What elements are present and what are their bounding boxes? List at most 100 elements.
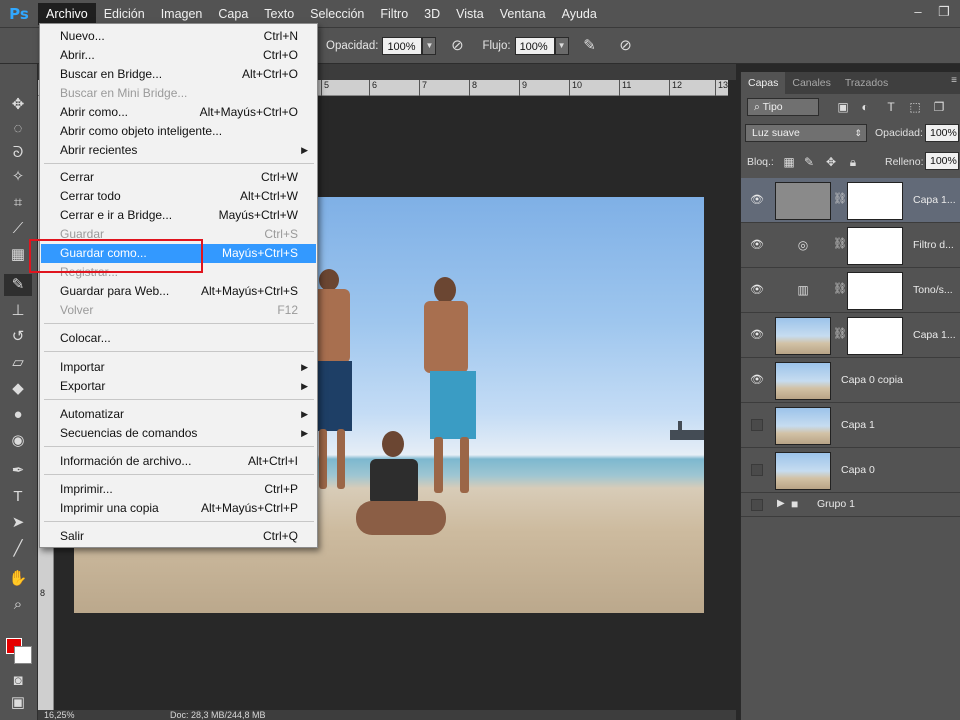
brush-tool-icon[interactable]: ✎ [4,274,32,296]
menu-item-abrir[interactable]: Abrir... Ctrl+O [41,46,316,65]
opacity-input[interactable]: 100% [382,36,423,55]
menu-edicion[interactable]: Edición [96,3,153,25]
history-brush-tool-icon[interactable]: ↺ [4,326,32,348]
layer-row[interactable]: 👁︎ ▥ ⛓ Tono/s... [741,268,960,313]
menu-3d[interactable]: 3D [416,3,448,25]
layer-mask-thumbnail[interactable] [847,272,903,310]
lock-pixels-icon[interactable]: ✎ [801,154,817,170]
eye-icon[interactable]: 👁︎ [749,372,765,388]
tab-capas[interactable]: Capas [741,72,786,94]
menu-item-abrir-como[interactable]: Abrir como... Alt+Mayús+Ctrl+O [41,103,316,122]
menu-texto[interactable]: Texto [256,3,302,25]
hand-tool-icon[interactable]: ✋ [4,568,32,590]
link-icon[interactable]: ⛓ [833,327,847,340]
eraser-tool-icon[interactable]: ▱ [4,352,32,374]
visibility-toggle[interactable] [751,419,763,431]
visibility-toggle[interactable] [751,464,763,476]
pen-tool-icon[interactable]: ✒ [4,460,32,482]
eye-icon[interactable]: 👁︎ [749,192,765,208]
menu-item-colocar[interactable]: Colocar... [41,329,316,348]
menu-item-abrir-objeto-inteligente[interactable]: Abrir como objeto inteligente... [41,122,316,141]
menu-archivo[interactable]: Archivo [38,2,96,25]
dodge-tool-icon[interactable]: ◉ [4,430,32,452]
filter-pixel-icon[interactable]: ▣ [835,99,851,115]
menu-item-imprimir-copia[interactable]: Imprimir una copia Alt+Mayús+Ctrl+P [41,499,316,518]
menu-item-salir[interactable]: Salir Ctrl+Q [41,527,316,546]
menu-item-cerrar-ir-bridge[interactable]: Cerrar e ir a Bridge... Mayús+Ctrl+W [41,206,316,225]
layer-row[interactable]: 👁︎ Capa 0 copia [741,358,960,403]
menu-item-guardar-web[interactable]: Guardar para Web... Alt+Mayús+Ctrl+S [41,282,316,301]
menu-item-automatizar[interactable]: Automatizar ▶ [41,405,316,424]
menu-item-buscar-bridge[interactable]: Buscar en Bridge... Alt+Ctrl+O [41,65,316,84]
menu-vista[interactable]: Vista [448,3,492,25]
blend-mode-select[interactable]: Luz suave ⇕ [745,124,867,142]
flow-dropdown-icon[interactable]: ▼ [554,36,569,55]
lock-transparent-icon[interactable]: ▦ [781,154,797,170]
menu-item-imprimir[interactable]: Imprimir... Ctrl+P [41,480,316,499]
menu-item-nuevo[interactable]: Nuevo... Ctrl+N [41,27,316,46]
lock-all-icon[interactable]: 🔒︎ [845,154,861,170]
healing-tool-icon[interactable]: ▦ [4,244,32,266]
menu-item-cerrar-todo[interactable]: Cerrar todo Alt+Ctrl+W [41,187,316,206]
link-icon[interactable]: ⛓ [833,192,847,205]
eye-icon[interactable]: 👁︎ [749,327,765,343]
quick-select-tool-icon[interactable]: ✧ [4,166,32,188]
layer-row[interactable]: 👁︎ ◎ ⛓ Filtro d... [741,223,960,268]
filter-shape-icon[interactable]: ⬚ [907,99,923,115]
layer-row[interactable]: 👁︎ ⛓ Capa 1... [741,313,960,358]
menu-capa[interactable]: Capa [210,3,256,25]
zoom-tool-icon[interactable]: ⌕ [4,594,32,616]
link-icon[interactable]: ⛓ [833,282,847,295]
eye-icon[interactable]: 👁︎ [749,282,765,298]
paint-bucket-tool-icon[interactable]: ◆ [4,378,32,400]
marquee-tool-icon[interactable]: ◌ [4,118,32,140]
filter-adjustment-icon[interactable]: ◐ [857,99,873,115]
tab-trazados[interactable]: Trazados [838,72,895,94]
lasso-tool-icon[interactable]: ᘐ [4,142,32,164]
menu-ayuda[interactable]: Ayuda [554,3,605,25]
line-tool-icon[interactable]: ╱ [4,538,32,560]
menu-item-importar[interactable]: Importar ▶ [41,358,316,377]
menu-item-cerrar[interactable]: Cerrar Ctrl+W [41,168,316,187]
menu-imagen[interactable]: Imagen [153,3,211,25]
filter-smart-object-icon[interactable]: ❐ [931,99,947,115]
restore-button[interactable]: ❐ [936,4,952,20]
menu-ventana[interactable]: Ventana [492,3,554,25]
menu-item-exportar[interactable]: Exportar ▶ [41,377,316,396]
stamp-tool-icon[interactable]: ⊥ [4,300,32,322]
minimize-button[interactable]: – [910,4,926,20]
layer-row[interactable]: 👁︎ ⛓ Capa 1... [741,178,960,223]
airbrush-icon[interactable]: ✎ [579,35,601,57]
menu-seleccion[interactable]: Selección [302,3,372,25]
screen-mode-icon[interactable]: ▣ [4,692,32,714]
opacity-dropdown-icon[interactable]: ▼ [422,36,437,55]
filter-type-icon[interactable]: T [883,99,899,115]
menu-item-secuencias-comandos[interactable]: Secuencias de comandos ▶ [41,424,316,443]
layer-mask-thumbnail[interactable] [847,317,903,355]
zoom-level[interactable]: 16,25% [44,710,75,720]
menu-item-informacion-archivo[interactable]: Información de archivo... Alt+Ctrl+I [41,452,316,471]
pressure-opacity-icon[interactable]: ⊘ [446,35,468,57]
layer-mask-thumbnail[interactable] [847,182,903,220]
move-tool-icon[interactable]: ✥ [4,94,32,116]
quick-mask-icon[interactable]: ◙ [4,670,32,692]
expand-arrow-icon[interactable]: ▶ [777,498,785,509]
crop-tool-icon[interactable]: ⌗ [4,192,32,214]
visibility-toggle[interactable] [751,499,763,511]
eye-icon[interactable]: 👁︎ [749,237,765,253]
layer-row[interactable]: Capa 0 [741,448,960,493]
menu-item-abrir-recientes[interactable]: Abrir recientes ▶ [41,141,316,160]
background-color-swatch[interactable] [14,646,32,664]
layer-filter-select[interactable]: ⌕ Tipo [747,98,819,116]
layer-row[interactable]: Capa 1 [741,403,960,448]
blur-tool-icon[interactable]: ● [4,404,32,426]
layer-opacity-input[interactable]: 100% [925,124,959,142]
panel-menu-icon[interactable]: ≡ [951,75,957,86]
eyedropper-tool-icon[interactable]: ⟋ [4,218,32,240]
pressure-size-icon[interactable]: ⊘ [615,35,637,57]
fill-input[interactable]: 100% [925,152,959,170]
tab-canales[interactable]: Canales [785,72,838,94]
layer-mask-thumbnail[interactable] [847,227,903,265]
document-size[interactable]: Doc: 28,3 MB/244,8 MB [170,710,266,720]
menu-filtro[interactable]: Filtro [372,3,416,25]
